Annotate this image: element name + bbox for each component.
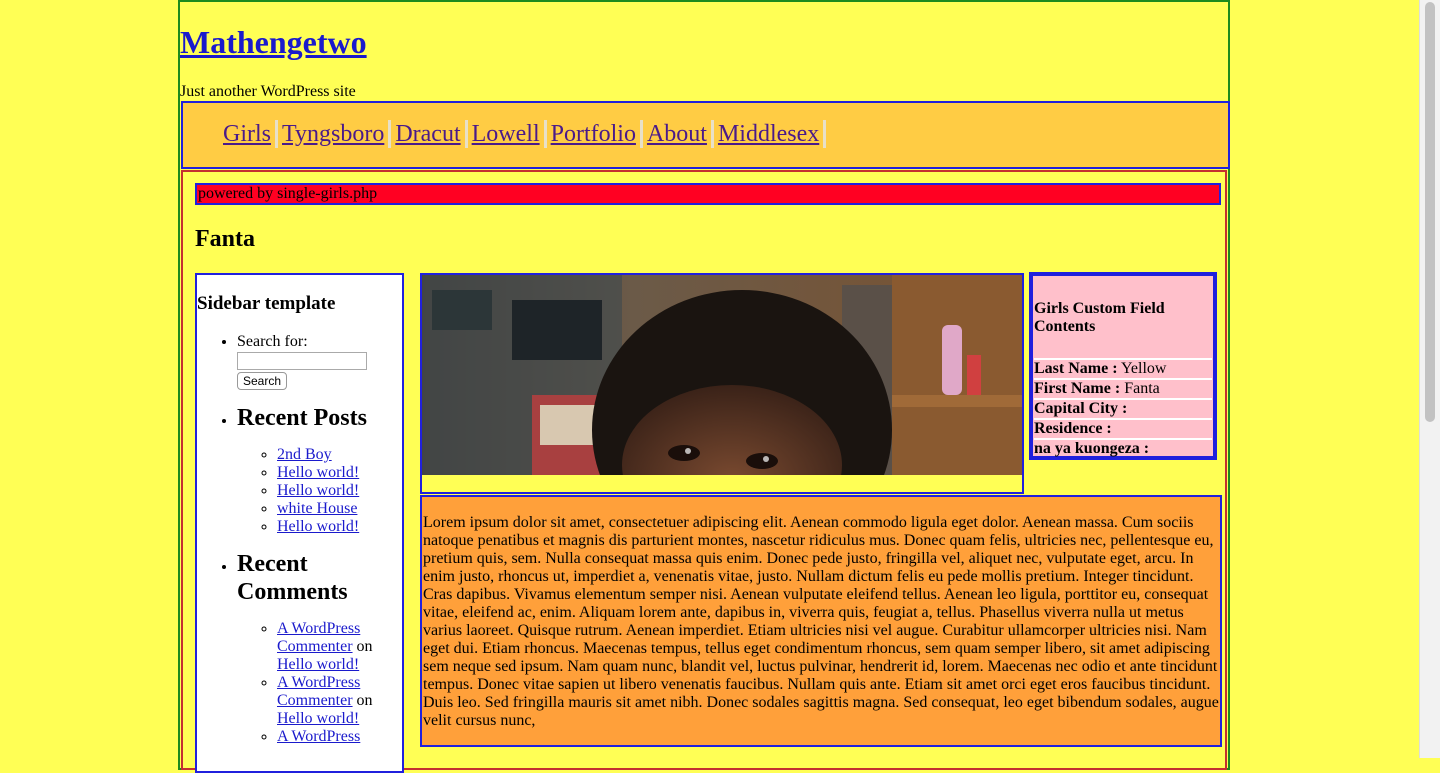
list-item: white House [277,500,397,518]
comment-on-text: on [352,638,373,655]
search-input[interactable] [237,352,367,370]
field-label: Residence : [1034,420,1112,437]
nav-separator [710,120,714,148]
post-body: Lorem ipsum dolor sit amet, consectetuer… [420,495,1222,747]
field-value: Fanta [1120,380,1160,397]
nav-separator [639,120,643,148]
field-label: Capital City : [1034,400,1128,417]
list-item: Hello world! [277,518,397,536]
recent-post-link[interactable]: 2nd Boy [277,446,332,463]
recent-post-link[interactable]: white House [277,500,357,517]
nav-separator [543,120,547,148]
table-row: First Name : Fanta [1034,378,1212,398]
table-row: Capital City : [1034,398,1212,418]
recent-posts-list: 2nd Boy Hello world! Hello world! white … [237,446,397,536]
post-title: Fanta [195,226,255,252]
custom-fields-title: Girls Custom Field Contents [1034,300,1165,335]
content-area: powered by single-girls.php Fanta Sideba… [181,170,1227,773]
comment-on-text: on [352,692,373,709]
list-item: Hello world! [277,464,397,482]
field-label: First Name : [1034,380,1121,397]
sidebar: Sidebar template Search for: Search Rece… [195,273,404,773]
recent-post-link[interactable]: Hello world! [277,464,359,481]
field-label: na ya kuongeza : [1034,440,1150,457]
custom-fields-table: Last Name : Yellow First Name : Fanta Ca… [1034,358,1212,458]
recent-post-link[interactable]: Hello world! [277,518,359,535]
page-wrapper: Mathengetwo Just another WordPress site … [178,0,1230,773]
recent-posts-heading: Recent Posts [237,405,367,431]
nav-item-about[interactable]: About [647,121,707,148]
nav-separator [823,120,827,148]
list-item: A WordPress Commenter on Hello world! [277,620,397,674]
nav-item-lowell[interactable]: Lowell [472,121,540,148]
nav-item-portfolio[interactable]: Portfolio [551,121,636,148]
page-scrollbar[interactable] [1419,0,1440,758]
recent-posts-widget: Recent Posts 2nd Boy Hello world! Hello … [237,404,397,536]
field-label: Last Name : [1034,360,1118,377]
nav-separator [388,120,392,148]
comment-author-link[interactable]: A WordPress [277,728,360,745]
sidebar-widget-list: Search for: Search Recent Posts 2nd Boy … [197,333,397,760]
comment-post-link[interactable]: Hello world! [277,656,359,673]
table-row: na ya kuongeza : [1034,438,1212,458]
comment-author-link[interactable]: A WordPress Commenter [277,620,360,655]
comment-post-link[interactable]: Hello world! [277,710,359,727]
nav-separator [275,120,278,148]
comment-author-link[interactable]: A WordPress Commenter [277,674,360,709]
list-item: 2nd Boy [277,446,397,464]
nav-item-tyngsboro[interactable]: Tyngsboro [282,121,384,148]
featured-image-box [420,273,1024,494]
site-tagline: Just another WordPress site [180,83,356,100]
search-button[interactable]: Search [237,372,288,390]
table-row: Last Name : Yellow [1034,358,1212,378]
recent-comments-heading: Recent Comments [237,551,348,605]
search-label: Search for: [237,333,308,350]
featured-photo [422,275,1022,475]
list-item: A WordPress Commenter on Hello world! [277,674,397,728]
table-row: Residence : [1034,418,1212,438]
list-item: Hello world! [277,482,397,500]
scrollbar-thumb[interactable] [1425,2,1435,422]
nav-item-middlesex[interactable]: Middlesex [718,121,819,148]
sidebar-heading: Sidebar template [197,293,336,314]
main-navigation: Girls Tyngsboro Dracut Lowell Portfolio … [181,101,1230,169]
search-widget: Search for: Search [237,333,397,390]
recent-post-link[interactable]: Hello world! [277,482,359,499]
recent-comments-widget: Recent Comments A WordPress Commenter on… [237,550,397,746]
custom-fields-box: Girls Custom Field Contents Last Name : … [1029,272,1217,460]
powered-by-banner: powered by single-girls.php [195,183,1221,205]
nav-item-girls[interactable]: Girls [223,121,271,148]
field-value: Yellow [1117,360,1167,377]
list-item: A WordPress [277,728,397,746]
recent-comments-list: A WordPress Commenter on Hello world! A … [237,620,397,746]
site-title-link[interactable]: Mathengetwo [180,24,367,61]
nav-item-dracut[interactable]: Dracut [395,121,460,148]
nav-separator [464,120,468,148]
